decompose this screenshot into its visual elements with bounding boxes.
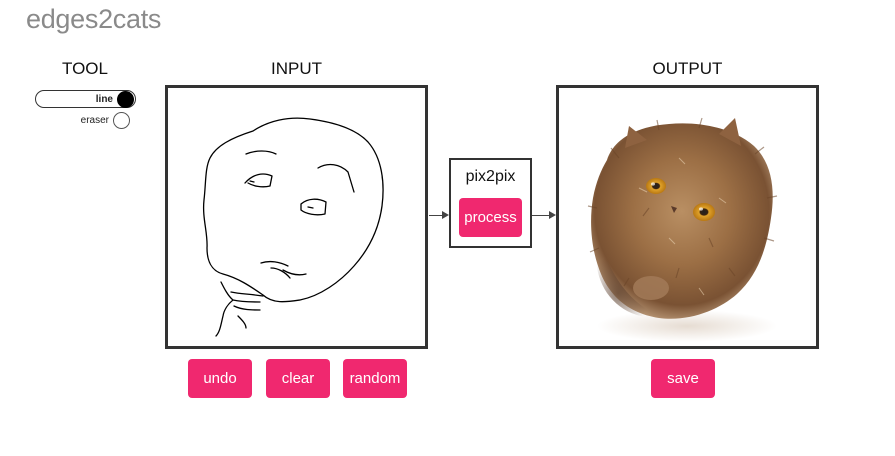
tool-option-line-label: line (95, 94, 113, 105)
output-image (556, 85, 819, 349)
process-button[interactable]: process (459, 198, 522, 237)
tool-label: TOOL (62, 59, 108, 78)
undo-button[interactable]: undo (188, 359, 252, 398)
input-label: INPUT (271, 59, 322, 78)
app-title: edges2cats (26, 4, 162, 34)
arrow-right-icon (549, 211, 556, 219)
generated-cat-image (559, 88, 816, 346)
arrow-right-icon (442, 211, 449, 219)
input-canvas[interactable] (165, 85, 428, 349)
tool-option-eraser[interactable]: eraser (35, 112, 131, 130)
radio-selected-icon (117, 91, 134, 108)
radio-unselected-icon (113, 112, 130, 129)
model-box: pix2pix process (449, 158, 532, 248)
tool-option-eraser-label: eraser (80, 115, 109, 126)
output-label: OUTPUT (652, 59, 723, 78)
arrow-model-to-output (532, 215, 550, 216)
random-button[interactable]: random (343, 359, 407, 398)
model-name: pix2pix (465, 168, 516, 185)
save-button[interactable]: save (651, 359, 715, 398)
clear-button[interactable]: clear (266, 359, 330, 398)
arrow-input-to-model (429, 215, 443, 216)
tool-option-line[interactable]: line (35, 90, 136, 108)
sketch-drawing (202, 117, 384, 337)
